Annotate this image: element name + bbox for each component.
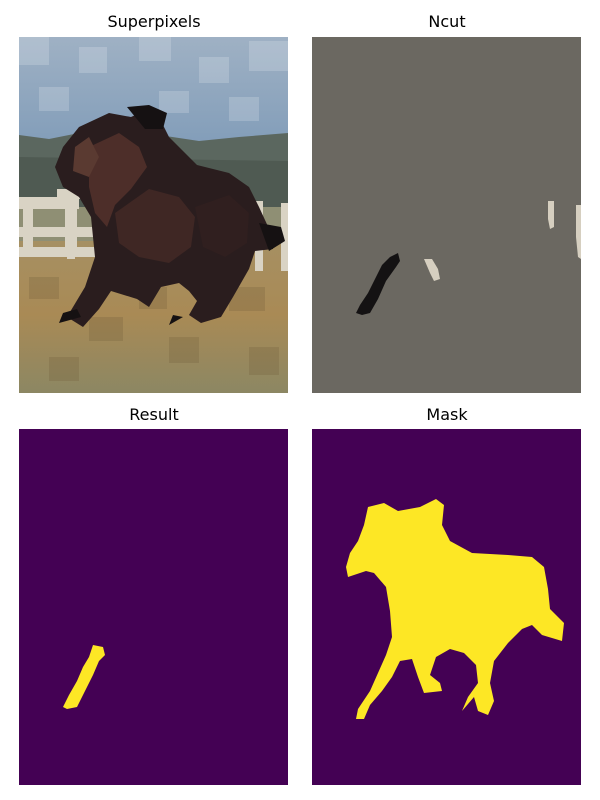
result-image [19,429,288,785]
mask-title: Mask [426,405,468,424]
ncut-title: Ncut [428,12,466,31]
mask-image [312,429,581,785]
ncut-image [312,37,581,393]
ncut-background [312,37,581,393]
superpixels-image [19,37,288,393]
result-background [19,429,288,785]
result-title: Result [129,405,179,424]
superpixels-title: Superpixels [107,12,201,31]
